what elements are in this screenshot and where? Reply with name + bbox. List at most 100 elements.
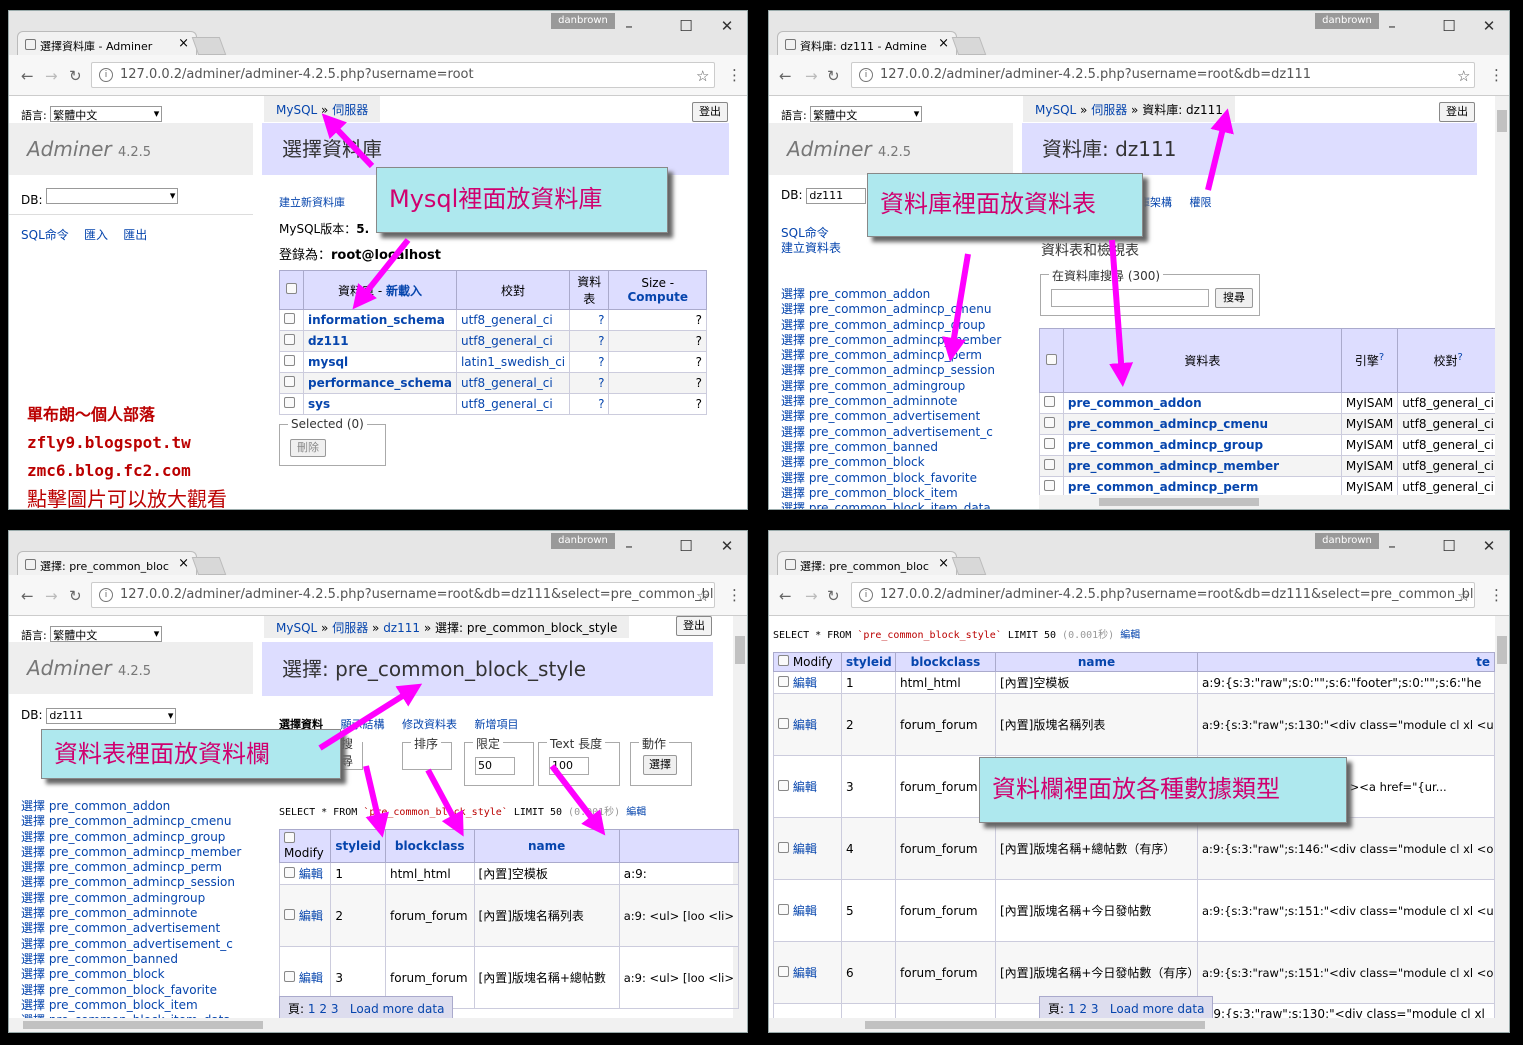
privileges-link[interactable]: 權限	[1189, 196, 1211, 209]
database-link[interactable]: dz111	[308, 334, 349, 348]
row-checkbox[interactable]	[778, 966, 789, 977]
table-link[interactable]: pre_common_addon	[1068, 396, 1202, 410]
col-database[interactable]: 資料庫	[338, 284, 374, 298]
page-link[interactable]: 2	[319, 1002, 327, 1016]
row-checkbox[interactable]	[284, 376, 295, 387]
page-link[interactable]: 1	[308, 1002, 316, 1016]
minimize-icon[interactable]: –	[1382, 17, 1402, 35]
table-list-item[interactable]: 選擇 pre_common_admincp_session	[21, 875, 241, 890]
table-list-item[interactable]: 選擇 pre_common_admincp_member	[21, 845, 241, 860]
new-tab-button[interactable]	[951, 37, 987, 55]
table-list-item[interactable]: 選擇 pre_common_admincp_cmenu	[21, 814, 241, 829]
edit-link[interactable]: 編輯	[793, 676, 817, 690]
sort-fieldset[interactable]: 排序	[402, 735, 452, 770]
crumb-server[interactable]: 伺服器	[332, 621, 368, 635]
maximize-icon[interactable]: ☐	[1439, 17, 1459, 35]
reload-icon[interactable]: ↻	[827, 67, 840, 85]
table-list-item[interactable]: 選擇 pre_common_adminnote	[781, 394, 1001, 409]
reload-icon[interactable]: ↻	[69, 587, 82, 605]
profile-badge[interactable]: danbrown	[1315, 533, 1379, 549]
info-icon[interactable]: i	[99, 588, 113, 602]
table-list-item[interactable]: 選擇 pre_common_advertisement	[21, 921, 241, 936]
table-list-item[interactable]: 選擇 pre_common_block_item	[21, 998, 241, 1013]
delete-button[interactable]: 刪除	[290, 439, 326, 457]
row-checkbox[interactable]	[778, 718, 789, 729]
edit-link[interactable]: 編輯	[793, 966, 817, 980]
table-list-item[interactable]: 選擇 pre_common_admincp_perm	[21, 860, 241, 875]
edit-link[interactable]: 編輯	[299, 909, 323, 923]
row-checkbox[interactable]	[778, 780, 789, 791]
row-checkbox[interactable]	[284, 909, 295, 920]
vertical-scrollbar[interactable]	[1495, 616, 1509, 1018]
browser-tab[interactable]: 選擇資料庫 - Adminer ×	[17, 31, 197, 57]
logout-button[interactable]: 登出	[692, 102, 728, 122]
export-link[interactable]: 匯出	[123, 228, 147, 242]
table-link[interactable]: pre_common_admincp_cmenu	[1068, 417, 1268, 431]
table-list-item[interactable]: 選擇 pre_common_admincp_perm	[781, 348, 1001, 363]
table-list-item[interactable]: 選擇 pre_common_admincp_group	[21, 830, 241, 845]
bookmark-star-icon[interactable]: ☆	[696, 67, 709, 85]
new-tab-button[interactable]	[191, 557, 227, 575]
db-select[interactable]: dz111	[806, 188, 867, 204]
row-checkbox[interactable]	[1044, 438, 1055, 449]
table-list-item[interactable]: 選擇 pre_common_block_favorite	[781, 471, 1001, 486]
close-tab-icon[interactable]: ×	[178, 36, 189, 51]
edit-link[interactable]: 編輯	[793, 718, 817, 732]
table-list-item[interactable]: 選擇 pre_common_block_item_data	[781, 501, 1001, 509]
table-list-item[interactable]: 選擇 pre_common_adminnote	[21, 906, 241, 921]
col-styleid[interactable]: styleid	[841, 652, 896, 672]
crumb-server[interactable]: 伺服器	[332, 103, 368, 117]
menu-icon[interactable]: ⋮	[1489, 586, 1504, 604]
col-template[interactable]: te	[1197, 652, 1495, 672]
forward-icon[interactable]: →	[45, 67, 58, 85]
select-button[interactable]: 選擇	[643, 755, 677, 775]
select-all-checkbox[interactable]	[286, 283, 297, 294]
reload-icon[interactable]: ↻	[827, 587, 840, 605]
col-styleid[interactable]: styleid	[330, 829, 386, 863]
table-list-item[interactable]: 選擇 pre_common_advertisement_c	[21, 937, 241, 952]
row-checkbox[interactable]	[778, 904, 789, 915]
adminer-logo[interactable]: Adminer 4.2.5	[769, 123, 1013, 175]
close-tab-icon[interactable]: ×	[938, 556, 949, 571]
row-checkbox[interactable]	[1044, 480, 1055, 491]
adminer-logo[interactable]: Adminer 4.2.5	[9, 123, 253, 175]
row-checkbox[interactable]	[1044, 396, 1055, 407]
bookmark-star-icon[interactable]: ☆	[696, 587, 709, 605]
db-select[interactable]: dz111 ▾	[46, 708, 177, 724]
close-window-icon[interactable]: ✕	[717, 537, 737, 555]
table-list-item[interactable]: 選擇 pre_common_admingroup	[21, 891, 241, 906]
language-select[interactable]: 繁體中文 ▾	[50, 626, 163, 642]
language-select[interactable]: 繁體中文 ▾	[50, 106, 163, 122]
language-select[interactable]: 繁體中文 ▾	[810, 106, 923, 122]
bookmark-star-icon[interactable]: ☆	[1457, 587, 1470, 605]
close-window-icon[interactable]: ✕	[1479, 537, 1499, 555]
select-all-checkbox[interactable]	[1045, 353, 1057, 365]
table-link[interactable]: pre_common_admincp_group	[1068, 438, 1263, 452]
sql-command-link[interactable]: SQL命令	[21, 228, 69, 242]
edit-link[interactable]: 編輯	[793, 780, 817, 794]
text-length-input[interactable]: 100	[549, 757, 589, 775]
load-more-link[interactable]: Load more data	[1110, 1002, 1205, 1016]
address-bar[interactable]: i 127.0.0.2/adminer/adminer-4.2.5.php?use…	[91, 582, 715, 608]
edit-link[interactable]: 編輯	[793, 904, 817, 918]
minimize-icon[interactable]: –	[1382, 537, 1402, 555]
col-blockclass[interactable]: blockclass	[385, 829, 475, 863]
menu-icon[interactable]: ⋮	[727, 66, 742, 84]
import-link[interactable]: 匯入	[84, 228, 108, 242]
browser-tab[interactable]: 選擇: pre_common_bloc ×	[17, 551, 197, 577]
maximize-icon[interactable]: ☐	[676, 17, 696, 35]
edit-link[interactable]: 編輯	[299, 867, 323, 881]
page-link[interactable]: 3	[1091, 1002, 1099, 1016]
col-name[interactable]: name	[995, 652, 1198, 672]
col-blockclass[interactable]: blockclass	[895, 652, 996, 672]
browser-tab[interactable]: 資料庫: dz111 - Admine ×	[777, 31, 957, 57]
adminer-logo[interactable]: Adminer 4.2.5	[9, 642, 253, 694]
limit-input[interactable]: 50	[475, 757, 515, 775]
close-window-icon[interactable]: ✕	[1479, 17, 1499, 35]
close-tab-icon[interactable]: ×	[938, 36, 949, 51]
table-list-item[interactable]: 選擇 pre_common_admingroup	[781, 379, 1001, 394]
row-checkbox[interactable]	[284, 334, 295, 345]
info-icon[interactable]: i	[859, 588, 873, 602]
profile-badge[interactable]: danbrown	[551, 533, 615, 549]
browser-tab[interactable]: 選擇: pre_common_bloc ×	[777, 551, 957, 577]
